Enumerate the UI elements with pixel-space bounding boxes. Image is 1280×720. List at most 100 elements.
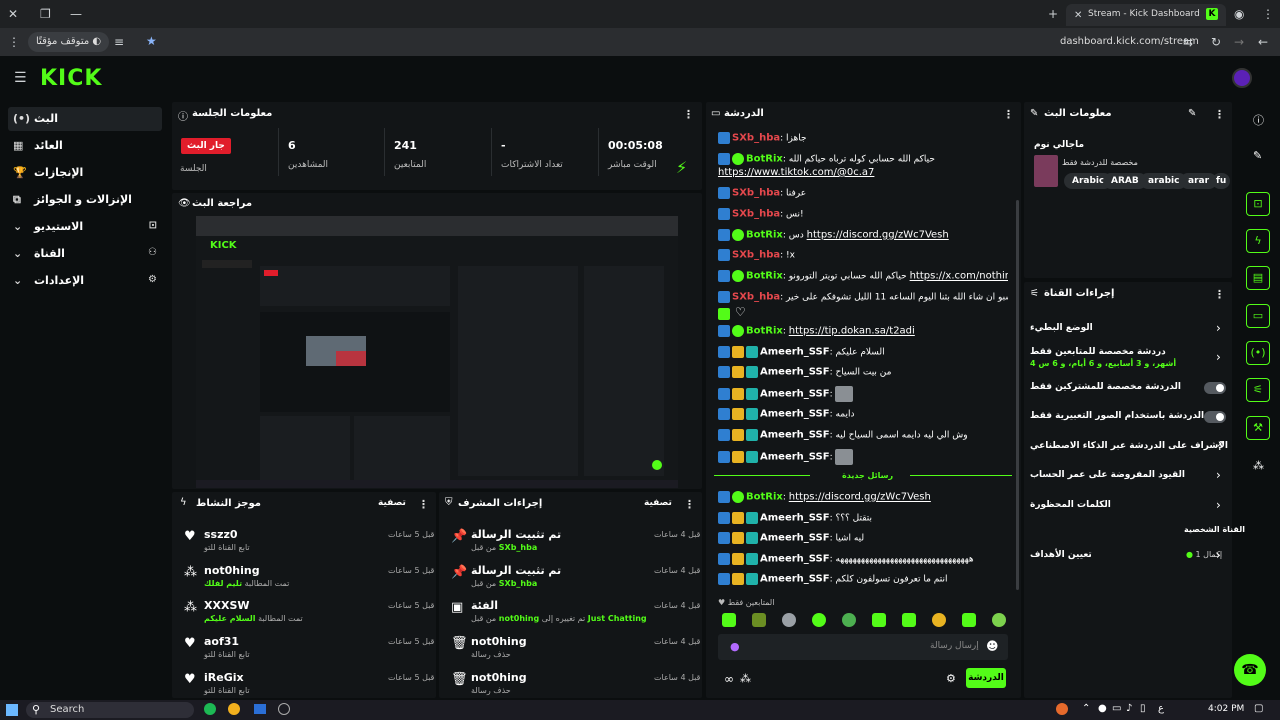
chat-scrollbar[interactable]: [1016, 200, 1019, 590]
account-age-row[interactable]: القيود المفروضة على عمر الحساب: [1030, 470, 1185, 480]
emote-6[interactable]: [872, 613, 886, 627]
nav-item-achievements[interactable]: 🏆 الإنجازات: [8, 161, 162, 185]
site-settings-icon[interactable]: ⇆: [1183, 36, 1193, 48]
activity-name[interactable]: not0hing: [204, 564, 260, 577]
activity-name[interactable]: XXXSW: [204, 599, 250, 612]
banned-words-row[interactable]: الكلمات المحظورة: [1030, 500, 1111, 510]
new-tab-icon[interactable]: +: [1048, 8, 1058, 20]
mod-menu-icon[interactable]: ⋮: [684, 498, 695, 511]
emote-10[interactable]: [992, 613, 1006, 627]
mic-icon[interactable]: ●: [730, 640, 740, 653]
chat-input[interactable]: ● إرسال رسالة ☻: [718, 634, 1008, 660]
emote-1[interactable]: [722, 613, 736, 627]
ai-moderation-row[interactable]: الإشراف على الدردشة عبر الذكاء الاصطناعي: [1030, 441, 1228, 451]
tune-icon[interactable]: ≡: [114, 36, 124, 48]
mod-filter-button[interactable]: تصفية: [644, 498, 672, 508]
activity-filter-button[interactable]: تصفية: [378, 498, 406, 508]
activity-name[interactable]: aof31: [204, 635, 239, 648]
rewards-rail-icon[interactable]: ⁂: [1253, 459, 1264, 472]
windows-start-icon[interactable]: [6, 704, 18, 716]
nav-item-drops[interactable]: ⧉ الإنزالات و الجوائز: [8, 188, 162, 212]
nav-item-settings[interactable]: ⌄ الإعدادات ⚙: [8, 269, 162, 293]
emote-3[interactable]: [782, 613, 796, 627]
subscribers-only-toggle[interactable]: [1204, 382, 1226, 394]
chevron-right-icon[interactable]: ›: [1216, 321, 1221, 335]
emote-7[interactable]: [902, 613, 916, 627]
obs-icon[interactable]: [278, 703, 290, 715]
chrome-icon[interactable]: [228, 703, 240, 715]
forward-icon[interactable]: →: [1234, 36, 1244, 48]
chat-message[interactable]: BotRix: https://tip.dokan.sa/t2adi: [718, 325, 1008, 337]
slow-mode-row[interactable]: الوضع البطيء: [1030, 323, 1093, 333]
info-rail-icon[interactable]: ⓘ: [1253, 112, 1264, 128]
category-thumbnail[interactable]: [1034, 155, 1058, 187]
tag-fu[interactable]: fu: [1212, 173, 1231, 189]
activity-name[interactable]: sszz0: [204, 528, 238, 541]
nav-item-stream[interactable]: (•) البث: [8, 107, 162, 131]
app-icon[interactable]: [254, 704, 266, 714]
rail-sliders-button[interactable]: ⚟: [1246, 378, 1270, 402]
nav-item-channel[interactable]: ⌄ القناة ⚇: [8, 242, 162, 266]
tray-chevron-icon[interactable]: ⌃: [1082, 703, 1090, 714]
close-tab-icon[interactable]: ✕: [1074, 10, 1082, 22]
emotes-only-toggle[interactable]: [1204, 411, 1226, 423]
kick-logo[interactable]: KICK: [40, 66, 102, 91]
notifications-icon[interactable]: ▢: [1254, 703, 1263, 714]
chat-link[interactable]: https://www.tiktok.com/@0c.a7: [718, 167, 1008, 178]
profile-icon[interactable]: ◉: [1234, 8, 1244, 20]
emote-2[interactable]: [752, 613, 766, 627]
mic-tray-icon[interactable]: ●: [1098, 703, 1107, 714]
menu-dots-icon[interactable]: ⋮: [8, 36, 20, 48]
followers-only-row[interactable]: دردشة مخصصة للمتابعين فقط: [1030, 347, 1166, 357]
rail-bolt-button[interactable]: ϟ: [1246, 229, 1270, 253]
chat-message[interactable]: BotRix: دس https://discord.gg/zWc7Vesh: [718, 229, 1008, 241]
support-chat-button[interactable]: ☎: [1234, 654, 1266, 686]
set-goals-row[interactable]: تعيين الأهداف: [1030, 550, 1092, 560]
emote-4[interactable]: [812, 613, 826, 627]
chevron-right-icon[interactable]: ›: [1216, 350, 1221, 364]
stream-info-menu-icon[interactable]: ⋮: [1214, 108, 1225, 121]
user-avatar[interactable]: [1232, 68, 1252, 88]
chat-menu-icon[interactable]: ⋮: [1003, 108, 1014, 121]
taskbar-search[interactable]: ⚲ Search: [26, 702, 194, 718]
restore-window-icon[interactable]: ❐: [40, 8, 51, 20]
emote-8[interactable]: [932, 613, 946, 627]
chat-message[interactable]: BotRix: حياكم الله حسابي تويتر التورونو …: [718, 270, 1008, 282]
rail-broadcast-button[interactable]: (•): [1246, 341, 1270, 365]
emote-5[interactable]: [842, 613, 856, 627]
chat-send-button[interactable]: الدردشة: [966, 668, 1006, 688]
back-icon[interactable]: ←: [1258, 36, 1268, 48]
points-icon[interactable]: ⁂: [740, 672, 751, 685]
activity-name[interactable]: iReGix: [204, 671, 244, 684]
paused-chip[interactable]: متوقف مؤقتًا ◐: [28, 32, 110, 52]
channel-actions-menu-icon[interactable]: ⋮: [1214, 288, 1225, 301]
rail-focus-button[interactable]: ⊡: [1246, 192, 1270, 216]
infinity-icon[interactable]: ∞: [724, 672, 734, 686]
emoji-icon[interactable]: ☻: [986, 639, 999, 653]
mod-action-name[interactable]: not0hing: [471, 671, 527, 684]
session-menu-icon[interactable]: ⋮: [683, 108, 694, 121]
bookmark-star-icon[interactable]: ★: [146, 35, 157, 47]
chevron-right-icon[interactable]: ›: [1216, 468, 1221, 482]
nav-item-revenue[interactable]: ▦ العائد: [8, 134, 162, 158]
browser-menu-icon[interactable]: ⋮: [1262, 8, 1274, 20]
close-window-icon[interactable]: ✕: [8, 8, 18, 20]
chat-settings-gear-icon[interactable]: ⚙: [946, 672, 956, 685]
pencil-rail-icon[interactable]: ✎: [1253, 149, 1262, 162]
stream-preview-video[interactable]: KICK: [196, 216, 678, 488]
edit-icon[interactable]: ✎: [1188, 108, 1196, 119]
minimize-window-icon[interactable]: —: [70, 8, 82, 20]
spotify-icon[interactable]: [204, 703, 216, 715]
rail-list-button[interactable]: ▤: [1246, 266, 1270, 290]
activity-menu-icon[interactable]: ⋮: [418, 498, 429, 511]
rail-tools-button[interactable]: ⚒: [1246, 416, 1270, 440]
url-text[interactable]: dashboard.kick.com/stream: [1060, 36, 1199, 47]
chevron-right-icon[interactable]: ›: [1216, 498, 1221, 512]
nav-item-studio[interactable]: ⌄ الاستيديو ⊡: [8, 215, 162, 239]
language-indicator[interactable]: ع: [1158, 703, 1164, 714]
external-link-icon[interactable]: ↗: [1216, 439, 1224, 450]
hamburger-menu-icon[interactable]: ☰: [14, 71, 27, 85]
mod-action-name[interactable]: not0hing: [471, 635, 527, 648]
chat-message[interactable]: BotRix: https://discord.gg/zWc7Vesh: [718, 491, 1008, 503]
rail-chat-button[interactable]: ▭: [1246, 304, 1270, 328]
